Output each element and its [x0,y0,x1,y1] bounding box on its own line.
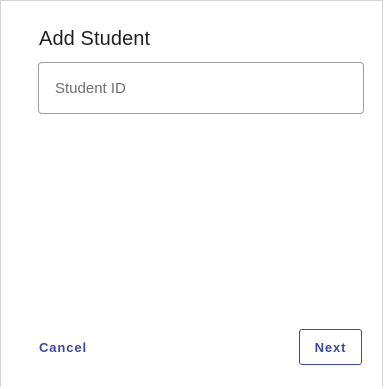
add-student-dialog: Add Student Cancel Next [0,0,383,387]
student-id-field[interactable] [38,62,364,114]
dialog-title: Add Student [39,28,151,50]
cancel-button[interactable]: Cancel [29,335,97,359]
student-id-input[interactable] [39,63,363,113]
next-button[interactable]: Next [299,329,362,365]
